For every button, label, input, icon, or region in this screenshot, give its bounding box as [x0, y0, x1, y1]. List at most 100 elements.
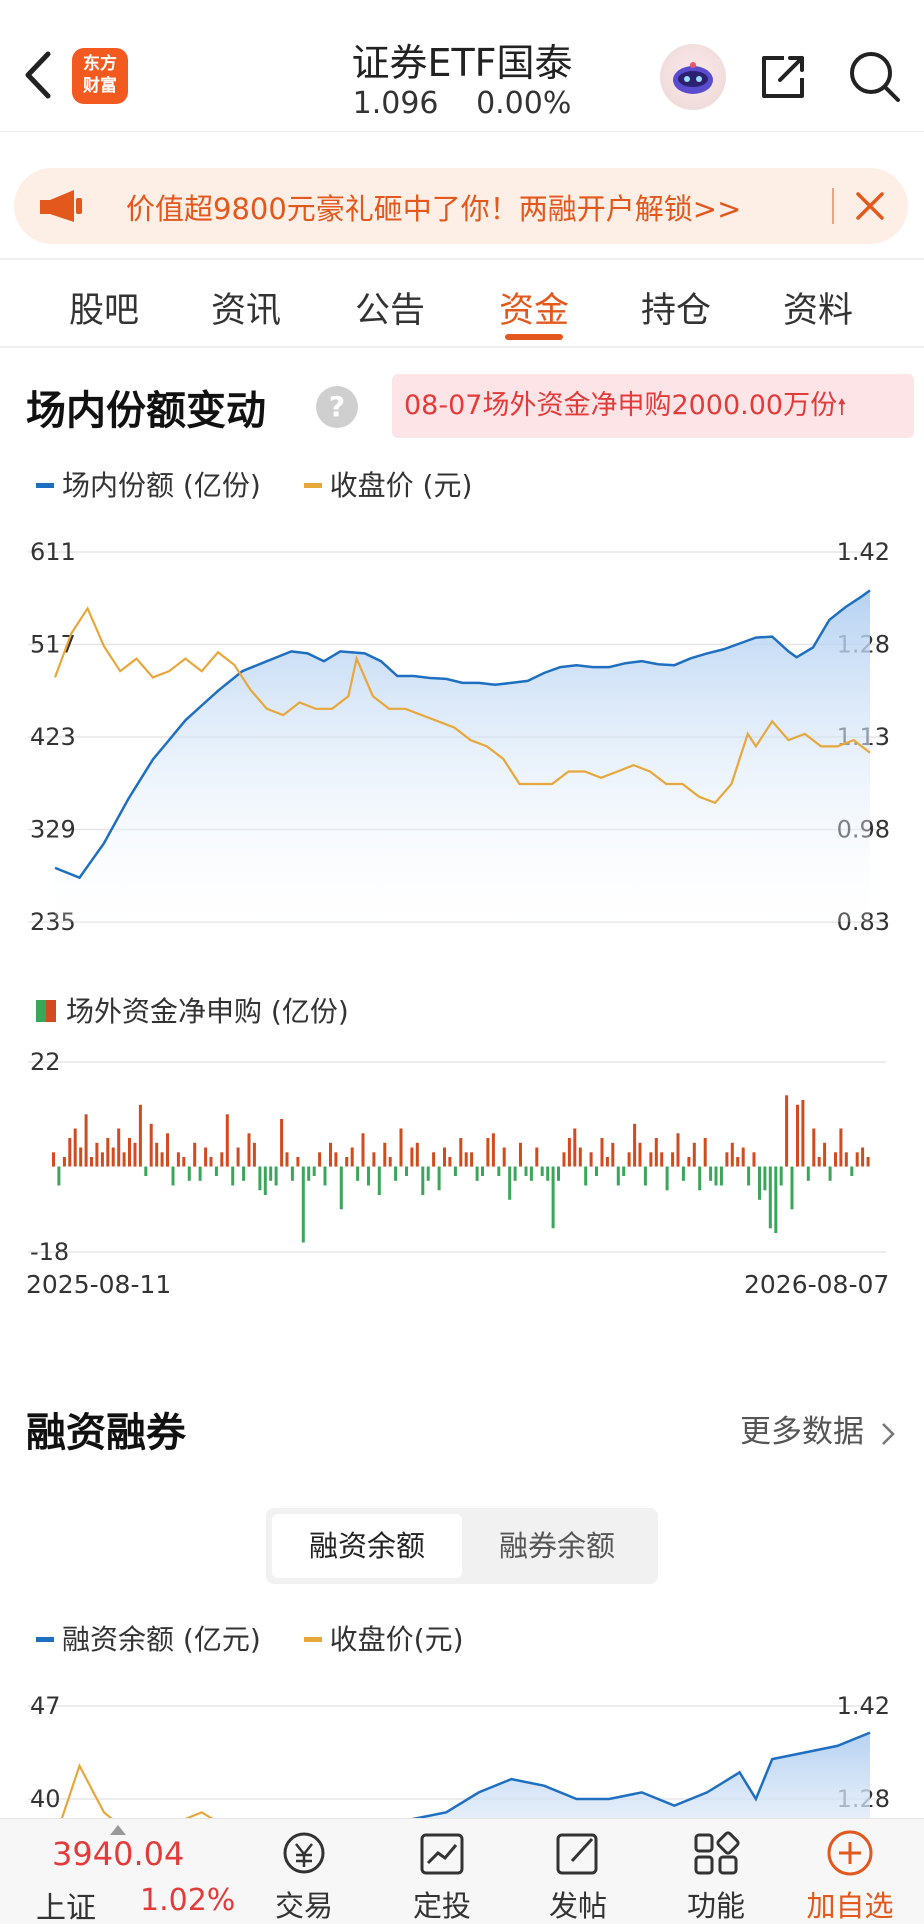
net-bar — [768, 1166, 772, 1229]
net-bar — [312, 1166, 316, 1176]
top-header: 东方 财富 证券ETF国泰 1.096 0.00% — [0, 0, 924, 132]
promo-banner[interactable]: 价值超9800元豪礼砸中了你！两融开户解锁>> — [14, 168, 908, 244]
legend-net-subscription: 场外资金净申购 (亿份) — [66, 995, 349, 1028]
net-bar — [752, 1152, 756, 1167]
net-bar — [796, 1104, 799, 1167]
share-line-chart: 6111.425171.284231.133290.982350.83 — [28, 538, 890, 936]
nav-add-watchlist[interactable]: 加自选 — [800, 1827, 900, 1924]
auto-invest-icon — [420, 1833, 464, 1875]
net-bar — [247, 1133, 251, 1167]
nav-trade[interactable]: 交易 — [254, 1827, 354, 1924]
securities-lending-tab[interactable]: 融券余额 — [462, 1514, 652, 1578]
net-bar — [747, 1166, 751, 1186]
net-bar — [844, 1152, 848, 1167]
net-bar — [155, 1142, 159, 1167]
net-bar — [296, 1157, 300, 1167]
net-bar — [372, 1152, 376, 1167]
net-bar — [301, 1166, 305, 1243]
net-bar — [133, 1142, 137, 1167]
tab-guba[interactable]: 股吧 — [44, 282, 164, 333]
index-value[interactable]: 3940.04 — [52, 1835, 184, 1873]
net-bar — [605, 1157, 609, 1167]
net-bar — [839, 1128, 843, 1167]
net-bar — [285, 1152, 289, 1167]
net-bar — [801, 1100, 805, 1167]
net-bar — [356, 1166, 360, 1181]
net-bar — [758, 1166, 761, 1200]
trade-icon — [283, 1832, 325, 1874]
index-name[interactable]: 上证 — [36, 1883, 96, 1924]
financing-balance-tab[interactable]: 融资余额 — [272, 1514, 462, 1578]
net-bar — [529, 1166, 533, 1181]
net-bar — [497, 1166, 501, 1176]
legend-shares: 场内份额 (亿份) — [62, 469, 261, 502]
net-bar — [166, 1133, 169, 1167]
search-icon[interactable] — [846, 48, 902, 104]
share-icon[interactable] — [756, 48, 812, 104]
margin-price-legend-swatch — [303, 1636, 322, 1642]
net-bar — [823, 1142, 827, 1167]
nav-auto-invest[interactable]: 定投 — [392, 1827, 492, 1924]
nav-post[interactable]: 发帖 — [528, 1827, 628, 1924]
tab-funds[interactable]: 资金 — [474, 282, 594, 333]
start-date: 2025-08-11 — [26, 1270, 172, 1299]
net-bar — [160, 1152, 164, 1167]
net-bar — [57, 1166, 61, 1186]
index-change-pct[interactable]: 1.02% — [140, 1883, 235, 1918]
net-bar — [318, 1152, 322, 1167]
left-axis-tick: 611 — [30, 538, 76, 566]
net-bar — [269, 1166, 273, 1181]
net-bar — [866, 1157, 870, 1167]
share-section-title: 场内份额变动 — [26, 388, 266, 434]
legend-close: 收盘价 (元) — [329, 469, 473, 502]
net-bar — [638, 1142, 642, 1167]
margin-chart-legend: 融资余额 (亿元) 收盘价(元) — [36, 1618, 498, 1658]
assistant-robot-icon[interactable] — [660, 44, 726, 110]
net-bar — [741, 1147, 745, 1167]
net-bar — [421, 1166, 425, 1195]
net-bar — [220, 1152, 224, 1167]
tab-holdings[interactable]: 持仓 — [616, 282, 736, 333]
net-bar — [111, 1147, 115, 1167]
net-bar — [258, 1166, 262, 1191]
edit-icon — [556, 1833, 598, 1875]
net-bar — [426, 1166, 430, 1181]
nav-functions[interactable]: 功能 — [666, 1827, 766, 1924]
grid-icon — [694, 1831, 740, 1875]
net-bar — [399, 1128, 403, 1167]
net-bar — [573, 1128, 577, 1167]
close-icon[interactable] — [852, 188, 888, 224]
net-subscription-badge: 08-07场外资金净申购2000.00万份🠕 — [392, 374, 914, 438]
net-bar — [562, 1152, 566, 1167]
net-bar — [649, 1152, 653, 1167]
net-bar — [595, 1166, 598, 1176]
net-bar — [643, 1166, 647, 1186]
tab-announcements[interactable]: 公告 — [330, 282, 450, 333]
more-data-link[interactable]: 更多数据 — [740, 1406, 896, 1451]
financing-legend-swatch — [36, 1636, 54, 1642]
help-icon[interactable]: ? — [316, 386, 358, 428]
net-bar — [367, 1166, 370, 1186]
net-bar — [263, 1166, 267, 1195]
net-bar — [627, 1152, 631, 1167]
promo-text: 价值超9800元豪礼砸中了你！两融开户解锁>> — [126, 192, 742, 226]
net-bar — [236, 1147, 240, 1167]
net-bar — [79, 1147, 83, 1167]
net-bar — [388, 1157, 392, 1167]
net-legend-swatch — [36, 1000, 56, 1022]
tab-news[interactable]: 资讯 — [186, 282, 306, 333]
margin-price-line — [60, 1763, 217, 1820]
net-bar — [481, 1166, 484, 1176]
net-bar — [68, 1138, 72, 1167]
tab-profile[interactable]: 资料 — [758, 282, 878, 333]
nav-trade-label: 交易 — [274, 1889, 333, 1923]
net-bar — [502, 1147, 506, 1167]
net-bar — [106, 1138, 110, 1167]
megaphone-icon — [40, 190, 82, 222]
net-bar — [383, 1142, 387, 1167]
net-bar — [193, 1142, 197, 1167]
end-date: 2026-08-07 — [744, 1270, 890, 1299]
net-bar — [405, 1166, 408, 1176]
net-bar — [633, 1123, 637, 1167]
net-bar — [785, 1095, 789, 1167]
